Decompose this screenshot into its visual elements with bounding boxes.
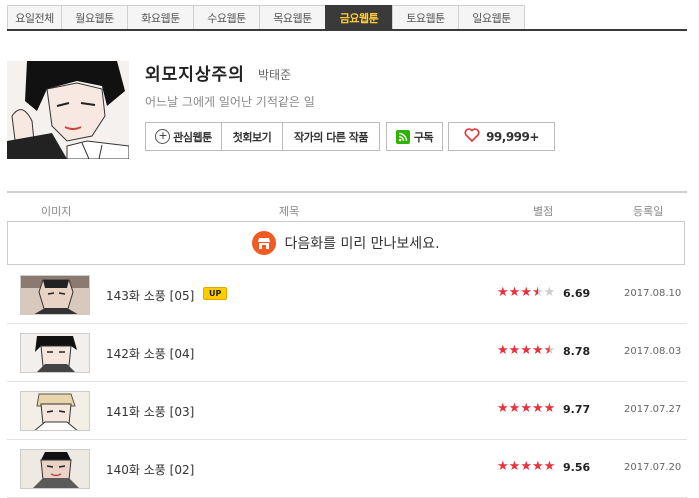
webtoon-title: 외모지상주의	[145, 65, 245, 85]
star-icon: ★	[543, 343, 556, 358]
column-header-date: 등록일	[633, 205, 664, 218]
column-header-title: 제목	[279, 205, 300, 218]
star-icon: ★	[520, 401, 532, 416]
table-row[interactable]: 143화 소풍 [05] UP ★ ★ ★ ★ ★ 6.69 2017.08.10	[7, 266, 687, 324]
episode-thumbnail[interactable]	[20, 391, 90, 431]
star-icon: ★	[508, 285, 521, 300]
star-icon: ★	[508, 459, 521, 474]
like-button[interactable]: 99,999+	[448, 122, 555, 151]
table-row[interactable]: 140화 소풍 [02] ★ ★ ★ ★ ★ 9.56 2017.07.20	[7, 440, 687, 498]
star-icon: ★	[508, 343, 521, 358]
preview-banner-text: 다음화를 미리 만나보세요.	[284, 236, 440, 252]
star-icon: ★	[497, 343, 509, 358]
favorite-button[interactable]: + 관심웹툰	[145, 122, 222, 151]
star-icon: ★	[508, 401, 521, 416]
star-icon: ★	[520, 343, 532, 358]
star-icon: ★	[543, 401, 556, 416]
tab-all[interactable]: 요일전체	[7, 5, 62, 29]
action-buttons: + 관심웹툰 첫회보기 작가의 다른 작품 구독 99,999+	[145, 122, 555, 151]
episode-thumbnail[interactable]	[20, 275, 90, 315]
webtoon-thumbnail[interactable]	[7, 61, 129, 159]
subscribe-label: 구독	[413, 130, 434, 144]
star-icon: ★	[543, 459, 556, 474]
tab-saturday[interactable]: 토요웹툰	[392, 5, 459, 29]
rating-value: 9.56	[563, 461, 591, 474]
heart-icon	[464, 128, 480, 145]
column-header-image: 이미지	[41, 205, 72, 218]
favorite-label: 관심웹툰	[173, 130, 212, 144]
column-header-rating: 별점	[533, 205, 554, 218]
like-count: 99,999+	[486, 129, 539, 144]
episode-thumbnail[interactable]	[20, 333, 90, 373]
subscribe-button[interactable]: 구독	[386, 122, 443, 151]
episode-date: 2017.08.03	[624, 346, 682, 357]
store-icon	[252, 231, 277, 255]
webtoon-author[interactable]: 박태준	[258, 66, 291, 83]
episode-date: 2017.07.20	[624, 462, 682, 473]
webtoon-description: 어느날 그에게 일어난 기적같은 일	[145, 95, 315, 109]
rss-icon	[395, 129, 410, 144]
preview-banner[interactable]: 다음화를 미리 만나보세요.	[7, 221, 685, 265]
star-icon: ★	[497, 459, 509, 474]
star-icon: ★	[531, 459, 544, 474]
rating-value: 9.77	[563, 403, 591, 416]
tab-underline	[7, 29, 687, 31]
plus-icon: +	[155, 129, 171, 144]
rating-value: 8.78	[563, 345, 591, 358]
star-rating: ★ ★ ★ ★ ★	[497, 343, 555, 359]
episode-thumbnail[interactable]	[20, 449, 90, 489]
star-icon: ★	[531, 343, 544, 358]
star-rating: ★ ★ ★ ★ ★	[497, 285, 555, 301]
section-divider	[7, 191, 687, 193]
first-episode-label: 첫회보기	[232, 130, 272, 144]
star-icon: ★	[543, 285, 556, 300]
tab-sunday[interactable]: 일요웹툰	[458, 5, 525, 29]
rating-value: 6.69	[563, 287, 591, 300]
table-row[interactable]: 141화 소풍 [03] ★ ★ ★ ★ ★ 9.77 2017.07.27	[7, 382, 687, 440]
other-works-label: 작가의 다른 작품	[294, 130, 369, 144]
star-icon: ★	[497, 401, 509, 416]
tab-friday[interactable]: 금요웹툰	[325, 5, 393, 29]
star-rating: ★ ★ ★ ★ ★	[497, 459, 555, 475]
star-rating: ★ ★ ★ ★ ★	[497, 401, 555, 417]
star-icon: ★	[497, 285, 509, 300]
episode-title[interactable]: 142화 소풍 [04]	[106, 345, 194, 362]
up-badge: UP	[203, 287, 228, 300]
star-icon: ★	[520, 285, 532, 300]
star-icon: ★	[520, 459, 532, 474]
episode-title[interactable]: 140화 소풍 [02]	[106, 461, 194, 478]
table-row[interactable]: 142화 소풍 [04] ★ ★ ★ ★ ★ 8.78 2017.08.03	[7, 324, 687, 382]
episode-title[interactable]: 143화 소풍 [05]	[106, 287, 194, 304]
episode-date: 2017.08.10	[624, 288, 682, 299]
star-icon: ★	[531, 285, 544, 300]
weekday-tabs: 요일전체 월요웹툰 화요웹툰 수요웹툰 목요웹툰 금요웹툰 토요웹툰 일요웹툰	[7, 5, 525, 30]
star-icon: ★	[531, 401, 544, 416]
tab-wednesday[interactable]: 수요웹툰	[193, 5, 260, 29]
tab-tuesday[interactable]: 화요웹툰	[127, 5, 194, 29]
tab-monday[interactable]: 월요웹툰	[61, 5, 128, 29]
first-episode-button[interactable]: 첫회보기	[221, 122, 283, 151]
episode-title[interactable]: 141화 소풍 [03]	[106, 403, 194, 420]
episode-date: 2017.07.27	[624, 404, 682, 415]
other-works-button[interactable]: 작가의 다른 작품	[282, 122, 380, 151]
tab-thursday[interactable]: 목요웹툰	[259, 5, 326, 29]
